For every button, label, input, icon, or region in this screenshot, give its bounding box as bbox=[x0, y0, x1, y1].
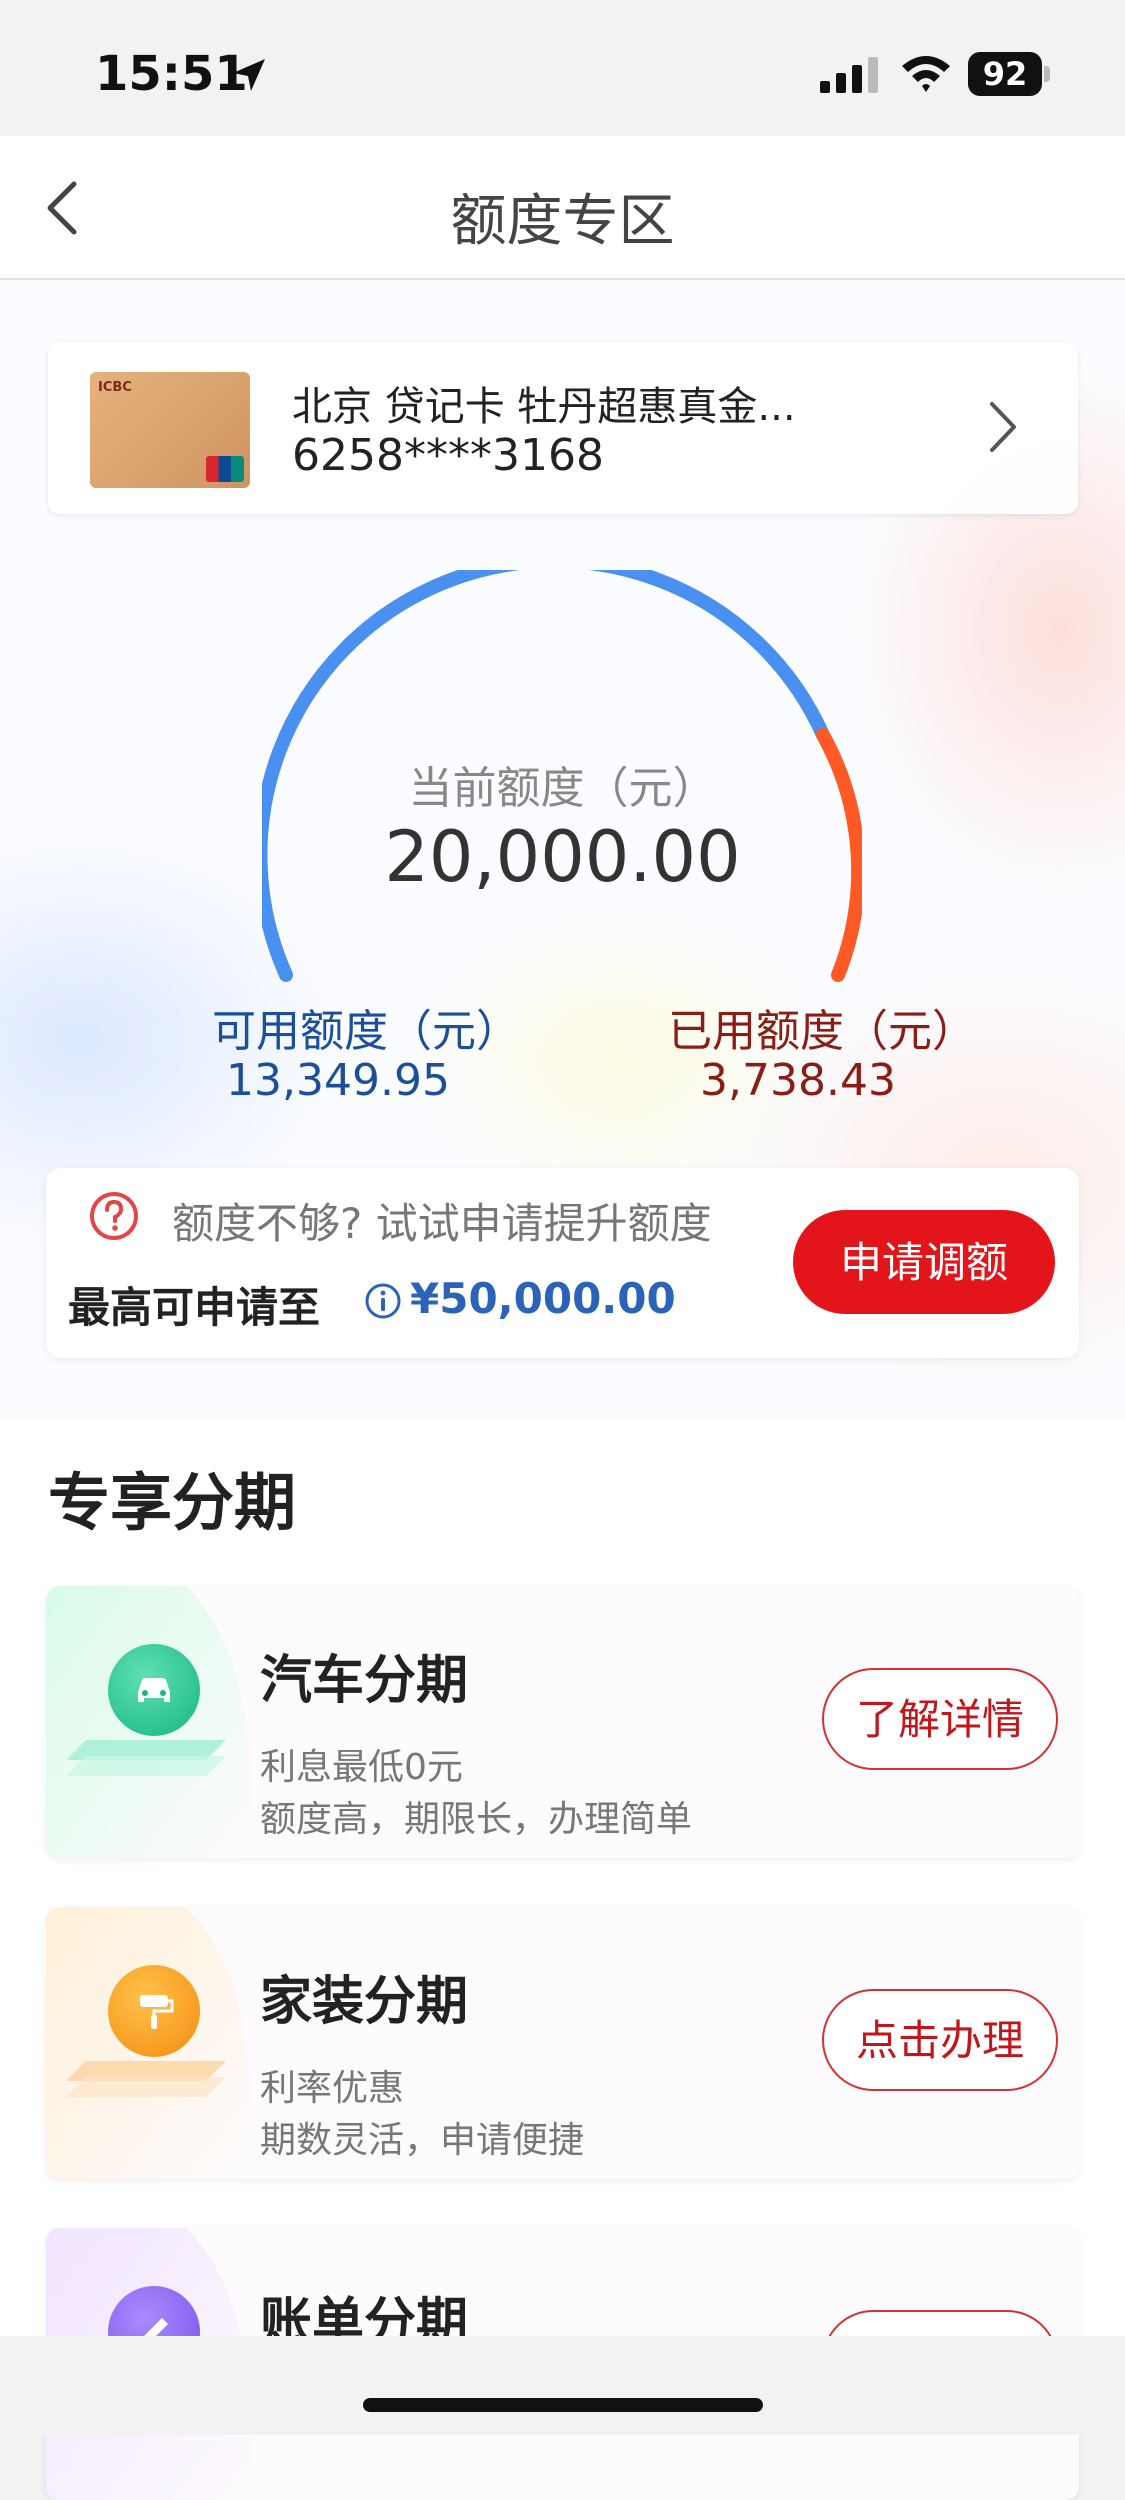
available-limit-value: 13,349.95 bbox=[226, 1055, 450, 1106]
cellular-signal-icon bbox=[820, 57, 878, 93]
max-apply-label: 最高可申请至 bbox=[68, 1283, 321, 1332]
status-time: 15:51 bbox=[95, 46, 248, 102]
apply-now-button[interactable]: 点击办理 bbox=[822, 1989, 1058, 2091]
unionpay-logo bbox=[206, 456, 244, 482]
limit-increase-tip: 额度不够? 试试申请提升额度 bbox=[172, 1199, 712, 1248]
item-description-1: 利息最低0元 bbox=[260, 1747, 463, 1788]
home-indicator[interactable] bbox=[363, 2398, 763, 2412]
section-title: 专享分期 bbox=[48, 1466, 297, 1539]
car-icon bbox=[108, 1644, 200, 1736]
used-limit-label: 已用额度（元） bbox=[668, 1006, 976, 1057]
nav-bar: 额度专区 bbox=[0, 136, 1125, 280]
learn-more-button[interactable]: 了解详情 bbox=[822, 1668, 1058, 1770]
chevron-right-icon bbox=[990, 402, 1016, 452]
location-arrow-icon bbox=[233, 59, 265, 91]
plate-decoration bbox=[66, 2057, 226, 2117]
available-limit-label: 可用额度（元） bbox=[212, 1006, 520, 1057]
list-item-car-installment[interactable]: 汽车分期 利息最低0元 额度高，期限长，办理简单 了解详情 bbox=[46, 1586, 1079, 1858]
item-description-1: 利率优惠 bbox=[260, 2068, 405, 2109]
card-selector[interactable]: ICBC 北京 贷记卡 牡丹超惠真金... 6258****3168 bbox=[48, 342, 1078, 514]
current-limit-label: 当前额度（元） bbox=[408, 763, 717, 814]
status-bar: 15:51 92 bbox=[0, 0, 1125, 136]
bank-logo: ICBC bbox=[98, 380, 132, 395]
exclusive-installments-section bbox=[0, 1418, 1125, 2338]
item-description-2: 期数灵活，申请便捷 bbox=[260, 2120, 585, 2161]
card-number: 6258****3168 bbox=[292, 430, 604, 481]
battery-icon: 92 bbox=[968, 52, 1050, 96]
plate-decoration bbox=[66, 1736, 226, 1796]
question-circle-icon bbox=[90, 1192, 138, 1240]
limit-increase-card: 额度不够? 试试申请提升额度 最高可申请至 ¥50,000.00 申请调额 bbox=[46, 1168, 1079, 1358]
current-limit-value: 20,000.00 bbox=[384, 816, 741, 898]
item-title: 家装分期 bbox=[260, 1972, 469, 2032]
max-apply-value: ¥50,000.00 bbox=[410, 1274, 676, 1323]
page-title: 额度专区 bbox=[450, 189, 675, 254]
info-icon[interactable] bbox=[364, 1282, 402, 1320]
item-title: 汽车分期 bbox=[260, 1651, 469, 1711]
paint-roller-icon bbox=[108, 1965, 200, 2057]
card-name: 北京 贷记卡 牡丹超惠真金... bbox=[292, 384, 796, 430]
bottom-safe-area bbox=[0, 2336, 1125, 2435]
item-description-2: 额度高，期限长，办理简单 bbox=[260, 1799, 693, 1840]
list-item-home-decoration-installment[interactable]: 家装分期 利率优惠 期数灵活，申请便捷 点击办理 bbox=[46, 1907, 1079, 2179]
apply-adjust-button[interactable]: 申请调额 bbox=[793, 1210, 1055, 1314]
card-image: ICBC bbox=[90, 372, 250, 488]
battery-level: 92 bbox=[968, 52, 1042, 96]
used-limit-value: 3,738.43 bbox=[700, 1055, 896, 1106]
wifi-icon bbox=[902, 56, 950, 92]
